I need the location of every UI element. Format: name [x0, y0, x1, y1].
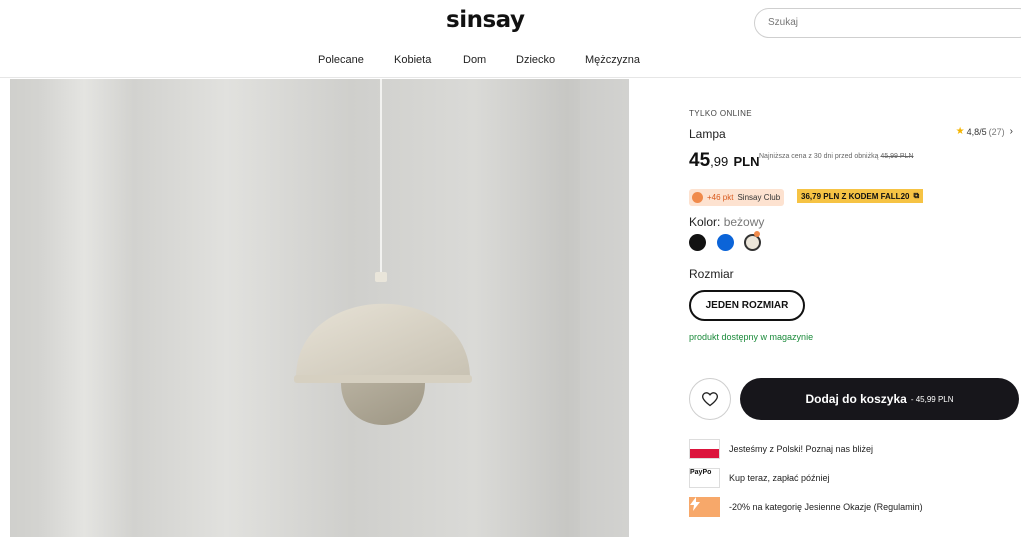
main-nav: Polecane Kobieta Dom Dziecko Mężczyzna: [0, 54, 1021, 70]
nav-item-dziecko[interactable]: Dziecko: [516, 54, 555, 66]
chevron-right-icon: ›: [1009, 126, 1013, 137]
club-name: Sinsay Club: [737, 193, 781, 202]
lowest-price-label: Najniższa cena z 30 dni przed obniżką: [759, 153, 879, 160]
promo-icon: [689, 497, 720, 517]
product-price: 45,99 PLN: [689, 150, 760, 172]
sinsay-club-badge: +46 pkt Sinsay Club: [689, 189, 785, 206]
rating-value: 4,8/5: [966, 126, 987, 137]
color-label-text: Kolor:: [689, 215, 721, 229]
add-to-cart-price: - 45,99 PLN: [910, 394, 954, 404]
color-value: beżowy: [723, 215, 765, 229]
color-swatch-blue[interactable]: [717, 234, 734, 251]
lamp-photo: [10, 79, 629, 537]
price-currency: PLN: [733, 154, 760, 169]
search-input[interactable]: Szukaj: [754, 8, 1021, 38]
color-label: Kolor: beżowy: [689, 215, 764, 229]
size-label: Rozmiar: [689, 267, 734, 281]
wishlist-button[interactable]: [689, 378, 731, 420]
rating-count: (27): [988, 126, 1005, 137]
selected-dot-icon: [754, 231, 760, 237]
info-row-promo[interactable]: -20% na kategorię Jesienne Okazje (Regul…: [689, 497, 923, 517]
paypo-icon: PayPo: [689, 468, 720, 488]
online-only-badge: TYLKO ONLINE: [689, 109, 753, 118]
product-panel: TYLKO ONLINE Lampa ★ 4,8/5 (27) › 45,99 …: [689, 79, 1021, 537]
stock-status: produkt dostępny w magazynie: [689, 332, 814, 342]
copy-icon[interactable]: ⧉: [913, 191, 919, 201]
nav-item-dom[interactable]: Dom: [463, 54, 486, 66]
lowest-price-value: 45,99 PLN: [880, 153, 914, 160]
promo-code-badge[interactable]: 36,79 PLN Z KODEM FALL20 ⧉: [797, 189, 924, 203]
product-rating[interactable]: ★ 4,8/5 (27) ›: [956, 126, 1013, 137]
site-header: sinsay Szukaj Polecane Kobieta Dom Dziec…: [0, 0, 1021, 78]
heart-icon: [702, 391, 718, 406]
nav-item-kobieta[interactable]: Kobieta: [394, 54, 431, 66]
info-row-paypo[interactable]: PayPo Kup teraz, zapłać później: [689, 468, 830, 488]
info-row-polish[interactable]: Jesteśmy z Polski! Poznaj nas bliżej: [689, 439, 873, 459]
lowest-price-info: Najniższa cena z 30 dni przed obniżką 45…: [759, 153, 914, 160]
size-option-button[interactable]: JEDEN ROZMIAR: [689, 290, 805, 321]
product-title: Lampa: [689, 127, 726, 141]
info-text: -20% na kategorię Jesienne Okazje (Regul…: [729, 502, 923, 512]
add-to-cart-label: Dodaj do koszyka: [805, 392, 907, 406]
poland-flag-icon: [689, 439, 720, 459]
product-image[interactable]: [10, 79, 629, 537]
sinsay-logo[interactable]: sinsay: [446, 7, 525, 33]
price-decimals: ,99: [710, 154, 729, 169]
info-text: Kup teraz, zapłać później: [729, 473, 830, 483]
add-to-cart-button[interactable]: Dodaj do koszyka - 45,99 PLN: [740, 378, 1019, 420]
coin-icon: [692, 192, 703, 203]
nav-item-polecane[interactable]: Polecane: [318, 54, 364, 66]
promo-code-text: 36,79 PLN Z KODEM FALL20: [801, 191, 910, 201]
nav-item-mezczyzna[interactable]: Mężczyzna: [585, 54, 640, 66]
color-swatch-black[interactable]: [689, 234, 706, 251]
info-text: Jesteśmy z Polski! Poznaj nas bliżej: [729, 444, 874, 454]
star-icon: ★: [955, 126, 965, 137]
price-main: 45: [689, 150, 711, 171]
club-points: +46 pkt: [707, 193, 734, 202]
